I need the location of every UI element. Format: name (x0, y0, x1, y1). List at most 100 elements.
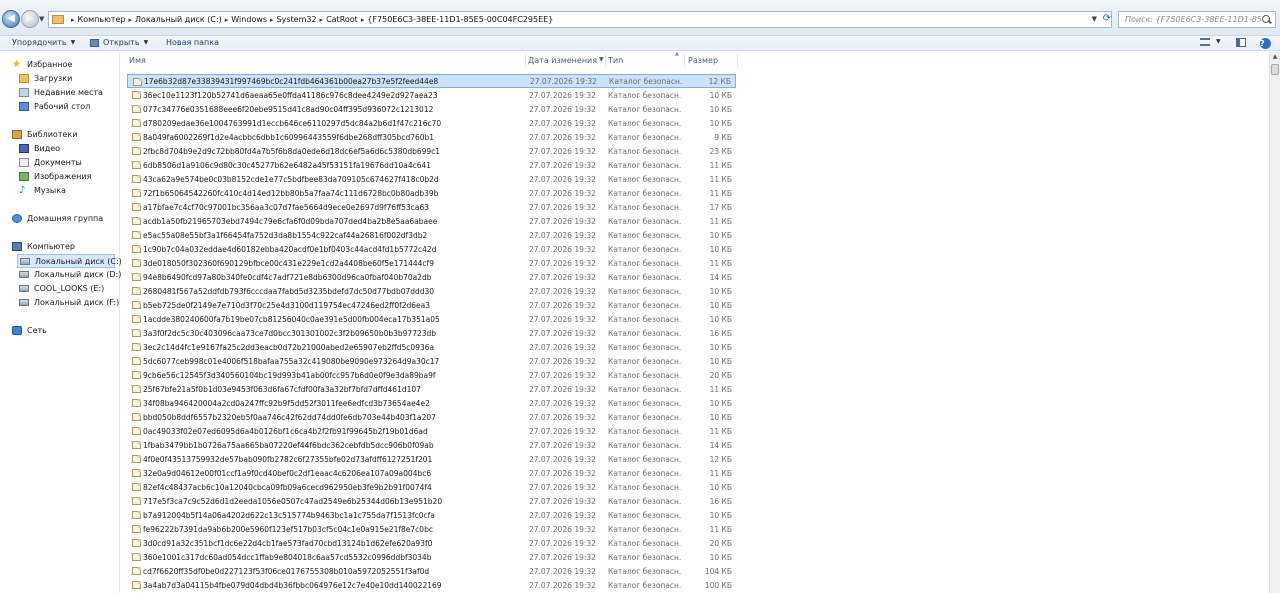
table-row[interactable]: cd7f6620ff35df0be0d227123f53f06ce0176755… (127, 564, 736, 578)
nav-documents[interactable]: Документы (19, 158, 82, 167)
column-header-date[interactable]: Дата изменения (528, 56, 597, 65)
file-date: 27.07.2026 19:32 (529, 566, 596, 576)
table-row[interactable]: 82ef4c48437acb6c10a12040cbca09fb09a6cecd… (127, 480, 736, 494)
table-row[interactable]: 25f67bfe21a5f0b1d03e9453f063d6fa67cfdf00… (127, 382, 736, 396)
nav-drive-f[interactable]: Локальный диск (F:) (19, 298, 119, 307)
scrollbar-thumb[interactable] (1271, 64, 1279, 75)
table-row[interactable]: 360e1001c317dc60ad054dcc1ffab9e804018c6a… (127, 550, 736, 564)
scroll-up-icon[interactable]: ▲ (1270, 52, 1280, 62)
table-row[interactable]: b7a912004b5f14a06a4202d622c13c515774b946… (127, 508, 736, 522)
column-divider[interactable] (684, 54, 685, 68)
table-row[interactable]: 3de018050f302360f690129bfbce00c431e229e1… (127, 256, 736, 270)
table-row[interactable]: 717e5f3ca7c9c52d6d1d2eeda1056e0507c47ad2… (127, 494, 736, 508)
forward-button[interactable]: ▶ (21, 10, 39, 28)
chevron-right-icon[interactable]: ▸ (71, 16, 75, 24)
chevron-right-icon[interactable]: ▸ (225, 16, 229, 24)
preview-pane-icon[interactable] (1236, 38, 1246, 47)
nav-music[interactable]: ♪ Музыка (19, 186, 66, 196)
new-folder-button[interactable]: Новая папка (166, 38, 219, 47)
chevron-right-icon[interactable]: ▸ (270, 16, 274, 24)
table-row[interactable]: e5ac55a08e55bf3a1f66454fa752d3da8b1554c9… (127, 228, 736, 242)
nav-desktop[interactable]: Рабочий стол (19, 102, 90, 111)
column-divider[interactable] (737, 54, 738, 68)
nav-downloads[interactable]: Загрузки (19, 74, 72, 83)
table-row[interactable]: 6db8506d1a9106c9d80c30c45277b62e6482a45f… (127, 158, 736, 172)
nav-documents-label: Документы (34, 158, 82, 167)
refresh-icon[interactable]: ⟳ (1100, 11, 1114, 28)
table-row[interactable]: 72f1b65064542260fc410c4d14ed12bb80b5a7fa… (127, 186, 736, 200)
table-row[interactable]: 9cb6e56c12545f3d340560104bc19d993b41ab00… (127, 368, 736, 382)
column-divider[interactable] (605, 54, 606, 68)
table-row[interactable]: 5dc6077ceb998c01e4006f518bafaa755a32c419… (127, 354, 736, 368)
table-row[interactable]: 8a049fa6002269f1d2e4acbbc6dbb1c609964435… (127, 130, 736, 144)
nav-recent-places[interactable]: Недавние места (19, 88, 103, 97)
view-dropdown-icon[interactable]: ▼ (1216, 38, 1221, 45)
table-row[interactable]: 32e0a9d04612e00f01ccf1a9f0cd40bef0c2df1e… (127, 466, 736, 480)
table-row[interactable]: a17bfae7c4cf70c97001bc356aa3c07d7fae5664… (127, 200, 736, 214)
table-row[interactable]: 1fbab3479bb1b0726a75aa665ba07220ef44f6bd… (127, 438, 736, 452)
nav-favorites[interactable]: ★ Избранное (12, 60, 72, 70)
nav-homegroup[interactable]: Домашняя группа (12, 214, 103, 223)
catalog-file-icon (132, 273, 141, 281)
file-name: 36ec10e1123f120b52741d6aeaa65e0ffda41186… (143, 90, 438, 100)
chevron-right-icon[interactable]: ▸ (128, 16, 132, 24)
open-button[interactable]: Открыть ▼ (90, 38, 148, 47)
table-row[interactable]: 3ec2c14d4fc1e9167fa25c2dd3eacb0d72b21000… (127, 340, 736, 354)
file-name: 3a4ab7d3a04115b4fbe079d04dbd4b36fbbc0649… (143, 580, 442, 590)
change-view-icon[interactable] (1200, 38, 1210, 46)
search-icon[interactable] (1262, 14, 1272, 25)
breadcrumb-guid-folder[interactable]: {F750E6C3-38EE-11D1-85E5-00C04FC295EE} (367, 15, 553, 24)
column-header-type[interactable]: Тип (608, 56, 623, 65)
table-row[interactable]: bbd050b8ddf6557b2320eb5f0aa746c42f62dd74… (127, 410, 736, 424)
table-row[interactable]: 2680481f567a52ddfdb793f6cccdaa7fabd5d323… (127, 284, 736, 298)
nav-drive-d[interactable]: Локальный диск (D:) (19, 270, 121, 279)
table-row[interactable]: 2fbc8d704b9e2d9c72bb80fd4a7b5f6b8da0ede6… (127, 144, 736, 158)
table-row[interactable]: acdb1a50fb21965703ebd7494c79e6cfa6f0d09b… (127, 214, 736, 228)
table-row[interactable]: 3a3f0f2dc5c30c403096caa73ce7d0bcc3013010… (127, 326, 736, 340)
help-icon[interactable]: ? (1260, 38, 1271, 49)
table-row[interactable]: 4f0e0f43513759932de57bab090fb2782c6f2735… (127, 452, 736, 466)
nav-drive-c[interactable]: Локальный диск (C:) (17, 254, 122, 268)
table-row[interactable]: 36ec10e1123f120b52741d6aeaa65e0ffda41186… (127, 88, 736, 102)
chevron-right-icon[interactable]: ▸ (361, 16, 365, 24)
table-row[interactable]: 1acdde380240600fa7b19be07cb81256040c0ae3… (127, 312, 736, 326)
breadcrumb-drive-c[interactable]: Локальный диск (C:) (135, 15, 222, 24)
table-row[interactable]: 43ca62a9e574be0c03b8152cde1e77c5bdfbee83… (127, 172, 736, 186)
path-dropdown-icon[interactable]: ▼ (1092, 15, 1097, 23)
nav-drive-e[interactable]: COOL_LOOKS (E:) (19, 284, 104, 293)
organize-button[interactable]: Упорядочить ▼ (12, 38, 75, 47)
table-row[interactable]: 3a4ab7d3a04115b4fbe079d04dbd4b36fbbc0649… (127, 578, 736, 592)
file-type: Каталог безопасн... (608, 272, 682, 282)
nav-computer[interactable]: Компьютер (12, 242, 75, 251)
chevron-right-icon[interactable]: ▸ (320, 16, 324, 24)
nav-network[interactable]: Сеть (12, 326, 47, 335)
nav-images[interactable]: Изображения (19, 172, 91, 181)
table-row[interactable]: fe96222b7391da9ab6b200e5960f123ef517b03c… (127, 522, 736, 536)
nav-video[interactable]: Видео (19, 144, 60, 153)
table-row[interactable]: 077c34776e0351688eee6f20ebe9515d41c8ad90… (127, 102, 736, 116)
column-header-name[interactable]: Имя (129, 56, 146, 65)
path-box[interactable]: ▸ Компьютер ▸ Локальный диск (C:) ▸ Wind… (48, 11, 1112, 28)
table-row[interactable]: 94e8b6490fcd97a80b340fe0cdf4c7adf721e8db… (127, 270, 736, 284)
breadcrumb-system32[interactable]: System32 (277, 15, 317, 24)
search-input[interactable]: Поиск: {F750E6C3-38EE-11D1-85E5-00... (1118, 11, 1276, 28)
table-row[interactable]: 1c90b7c04a032eddae4d60182ebba420acdf0e1b… (127, 242, 736, 256)
column-header-size[interactable]: Размер (688, 56, 718, 65)
column-dropdown-icon[interactable]: ▼ (599, 56, 604, 63)
vertical-scrollbar[interactable]: ▲ (1269, 52, 1280, 593)
table-row[interactable]: 3d0cd91a32c351bcf1dc6e22d4cb1fae573fad70… (127, 536, 736, 550)
table-row[interactable]: d780209edae36e1004763991d1eccb646ce61102… (127, 116, 736, 130)
table-row[interactable]: 0ac49033f02e07ed6095d6a4b0126bf1c6ca4b2f… (127, 424, 736, 438)
file-type: Каталог безопасн... (608, 314, 682, 324)
back-button[interactable]: ◀ (2, 10, 20, 28)
breadcrumb-windows[interactable]: Windows (231, 15, 267, 24)
breadcrumb-computer[interactable]: Компьютер (78, 15, 126, 24)
file-name: bbd050b8ddf6557b2320eb5f0aa746c42f62dd74… (143, 412, 436, 422)
table-row[interactable]: 34f08ba946420004a2cd0a247ffc92b9f5dd52f3… (127, 396, 736, 410)
history-dropdown-icon[interactable]: ▼ (39, 15, 44, 23)
breadcrumb-catroot[interactable]: CatRoot (326, 15, 358, 24)
table-row[interactable]: b5eb725de0f2149e7e710d3f70c25e4d3100d119… (127, 298, 736, 312)
column-divider[interactable] (525, 54, 526, 68)
nav-libraries[interactable]: Библиотеки (12, 130, 77, 139)
table-row[interactable]: 17e6b32d87e33839431f997469bc0c241fdb4643… (127, 74, 736, 88)
